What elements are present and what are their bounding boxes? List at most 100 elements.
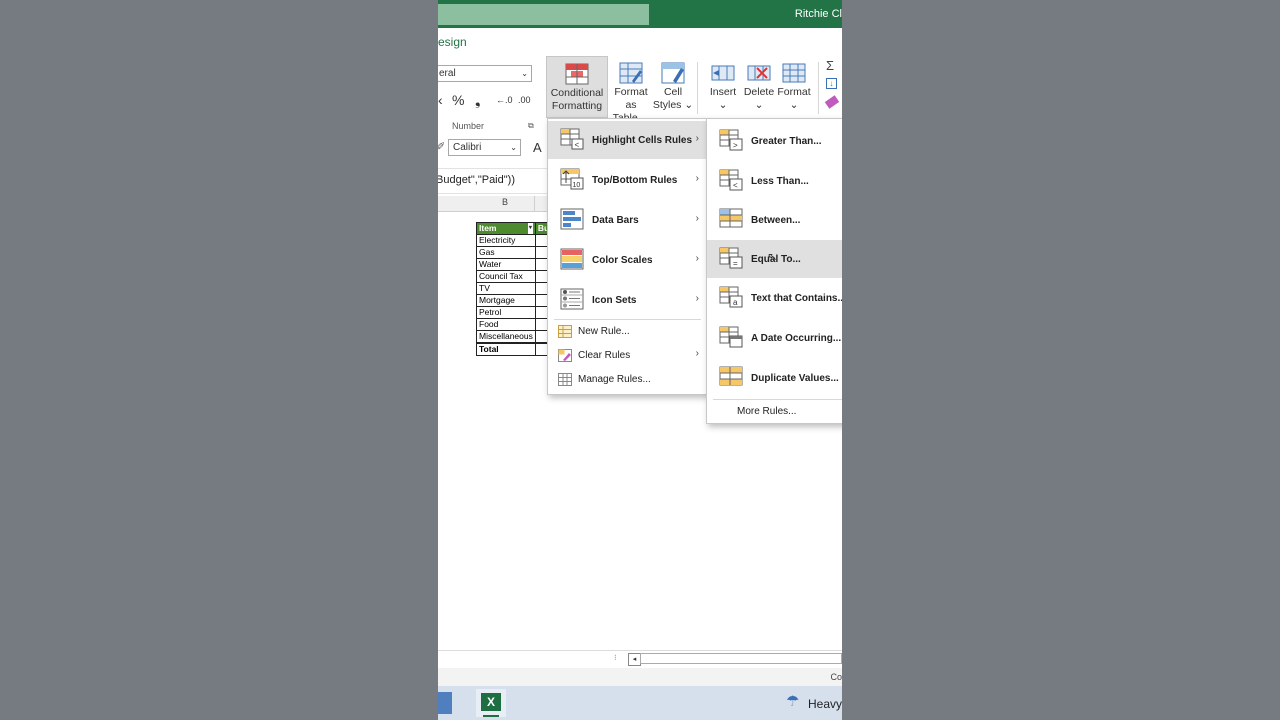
submenu-item-duplicate-values[interactable]: Duplicate Values...: [707, 359, 842, 397]
highlight-cells-icon: <: [560, 128, 584, 150]
weather-icon[interactable]: ☂: [786, 692, 799, 710]
submenu-label: More Rules...: [737, 406, 797, 417]
delete-button[interactable]: Delete ⌄: [740, 62, 778, 112]
duplicate-values-icon: [719, 366, 743, 386]
formula-text: Budget","Paid")): [438, 174, 515, 186]
cell-item[interactable]: Mortgage: [476, 294, 536, 307]
submenu-label: Duplicate Values...: [751, 373, 839, 384]
chevron-right-icon: ›: [695, 133, 699, 144]
menu-item-manage-rules[interactable]: Manage Rules...: [548, 368, 707, 392]
font-color-icon[interactable]: A: [533, 140, 542, 155]
greater-than-icon: >: [719, 129, 743, 151]
chevron-right-icon: ›: [695, 213, 699, 224]
excel-window: Ritchie Cl esign eral ⌄ ‹ % ❟ ←.0 .00 Nu…: [438, 0, 842, 720]
manage-rules-icon: [558, 373, 572, 386]
submenu-item-less-than[interactable]: < Less Than...: [707, 162, 842, 200]
header-item[interactable]: Item ▾: [476, 222, 536, 235]
submenu-item-text-contains[interactable]: a Text that Contains...: [707, 279, 842, 317]
percent-style-button[interactable]: %: [452, 92, 464, 108]
format-painter-icon[interactable]: ✐: [438, 140, 445, 153]
cell-total[interactable]: Total: [476, 342, 536, 356]
submenu-item-between[interactable]: Between...: [707, 201, 842, 239]
table-row: Water: [476, 258, 553, 271]
column-header-b[interactable]: B: [476, 197, 534, 207]
cell-item[interactable]: Food: [476, 318, 536, 331]
comma-style-button[interactable]: ❟: [475, 92, 481, 109]
table-row: Miscellaneous: [476, 330, 553, 344]
submenu-item-more-rules[interactable]: More Rules...: [707, 400, 842, 424]
status-bar: [438, 668, 842, 686]
horizontal-scrollbar[interactable]: [640, 653, 842, 664]
menu-item-color-scales[interactable]: Color Scales ›: [548, 241, 707, 279]
format-as-table-label-1: Format as: [614, 86, 648, 111]
weather-text[interactable]: Heavy: [808, 697, 842, 711]
conditional-formatting-icon: [565, 63, 589, 85]
menu-item-data-bars[interactable]: Data Bars ›: [548, 201, 707, 239]
cell-item[interactable]: Gas: [476, 246, 536, 259]
cell-item[interactable]: Miscellaneous: [476, 330, 536, 344]
chevron-right-icon: ›: [695, 293, 699, 304]
submenu-item-greater-than[interactable]: > Greater Than...: [707, 122, 842, 160]
dialog-launcher-icon[interactable]: ⧉: [528, 121, 534, 131]
chevron-down-icon: ⌄: [789, 99, 799, 111]
chevron-down-icon: ⌄: [521, 69, 528, 78]
submenu-label: Less Than...: [751, 176, 809, 187]
menu-item-icon-sets[interactable]: Icon Sets ›: [548, 281, 707, 319]
user-name[interactable]: Ritchie Cl: [795, 8, 842, 20]
insert-label: Insert: [709, 86, 737, 98]
insert-button[interactable]: Insert ⌄: [704, 62, 742, 112]
font-name-value: Calibri: [453, 142, 482, 153]
format-cells-icon: [782, 63, 806, 83]
top-bottom-icon: 10: [560, 168, 584, 190]
calculator-app-icon[interactable]: [438, 692, 452, 714]
menu-label: Highlight Cells Rules: [592, 135, 693, 146]
chevron-right-icon: ›: [695, 348, 699, 359]
scroll-splitter-icon[interactable]: ⁝: [614, 653, 617, 662]
increase-decimal-button[interactable]: ←.0: [496, 95, 513, 105]
table-row: Council Tax: [476, 270, 553, 283]
excel-app-icon: X: [481, 693, 501, 711]
color-scales-icon: [560, 248, 584, 270]
cell-item[interactable]: Petrol: [476, 306, 536, 319]
table-total-row: Total: [476, 342, 553, 356]
chevron-left-icon[interactable]: ‹: [438, 92, 443, 108]
submenu-item-date-occurring[interactable]: A Date Occurring...: [707, 319, 842, 357]
search-box[interactable]: [438, 4, 649, 25]
table-header-row: Item ▾ Bu: [476, 222, 553, 235]
menu-item-top-bottom-rules[interactable]: 10 Top/Bottom Rules ›: [548, 161, 707, 199]
cell-item[interactable]: TV: [476, 282, 536, 295]
menu-label: Color Scales: [592, 255, 653, 266]
decrease-decimal-button[interactable]: .00: [518, 95, 531, 105]
cell-item[interactable]: Electricity: [476, 234, 536, 247]
excel-taskbar-button[interactable]: X: [476, 689, 506, 717]
cell-item[interactable]: Water: [476, 258, 536, 271]
format-as-table-button[interactable]: Format as Table ⌄: [608, 62, 654, 125]
menu-label: Clear Rules: [578, 350, 631, 361]
submenu-label: A Date Occurring...: [751, 333, 842, 344]
menu-item-clear-rules[interactable]: Clear Rules ›: [548, 344, 707, 368]
chevron-right-icon: ›: [695, 253, 699, 264]
fill-down-icon[interactable]: ↓: [826, 78, 837, 89]
font-name-dropdown[interactable]: Calibri ⌄: [448, 139, 521, 156]
number-format-dropdown[interactable]: eral ⌄: [438, 65, 532, 82]
conditional-formatting-button[interactable]: Conditional Formatting ⌄: [546, 56, 608, 125]
menu-item-highlight-cells-rules[interactable]: < Highlight Cells Rules ›: [548, 121, 707, 159]
filter-dropdown-icon[interactable]: ▾: [527, 223, 533, 234]
format-label: Format: [777, 86, 811, 98]
number-format-value: eral: [439, 68, 456, 79]
tab-table-design[interactable]: esign: [438, 35, 467, 49]
cell-item[interactable]: Council Tax: [476, 270, 536, 283]
cf-label-1: Conditional: [550, 87, 604, 99]
delete-label: Delete: [743, 86, 775, 98]
table-row: Electricity: [476, 234, 553, 247]
date-occurring-icon: [719, 326, 743, 348]
conditional-formatting-menu: < Highlight Cells Rules › 10 Top/Bottom …: [547, 118, 708, 395]
format-button[interactable]: Format ⌄: [774, 62, 814, 112]
autosum-icon[interactable]: Σ: [826, 58, 834, 73]
svg-text:10: 10: [573, 182, 581, 189]
cell-styles-button[interactable]: Cell Styles ⌄: [652, 62, 694, 112]
between-icon: [719, 208, 743, 228]
menu-item-new-rule[interactable]: New Rule...: [548, 320, 707, 344]
mouse-cursor-icon: ⇖: [767, 250, 778, 264]
less-than-icon: <: [719, 169, 743, 191]
